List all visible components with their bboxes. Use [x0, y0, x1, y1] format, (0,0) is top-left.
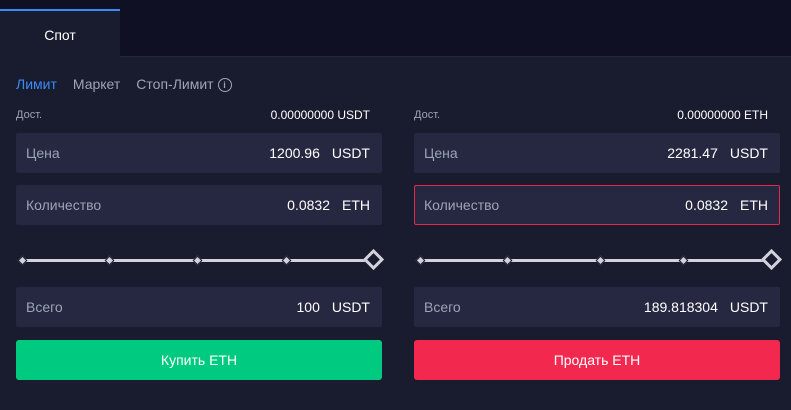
sell-price-unit: USDT [729, 145, 768, 161]
buy-price-unit: USDT [331, 145, 370, 161]
buy-quantity-unit: ETH [342, 197, 370, 213]
sell-available-value: 0.00000000 ETH [677, 108, 768, 122]
buy-quantity-value[interactable]: 0.0832 [287, 197, 330, 213]
buy-slider-tick-50[interactable] [192, 255, 203, 266]
sell-quantity-label: Количество [424, 197, 500, 213]
buy-price-value[interactable]: 1200.96 [269, 145, 320, 161]
sell-slider-tick-75[interactable] [678, 255, 689, 266]
sell-slider-handle[interactable] [760, 248, 783, 271]
sell-total-label: Всего [424, 299, 461, 315]
buy-slider-handle[interactable] [362, 248, 385, 271]
buy-amount-slider[interactable] [16, 248, 385, 271]
buy-price-field[interactable]: Цена 1200.96 USDT [16, 133, 382, 173]
buy-available-value: 0.00000000 USDT [270, 108, 370, 122]
buy-total-value[interactable]: 100 [297, 299, 320, 315]
sell-total-value[interactable]: 189.818304 [644, 299, 718, 315]
buy-total-unit: USDT [331, 299, 370, 315]
buy-price-label: Цена [26, 145, 60, 161]
sell-slider-tick-50[interactable] [595, 255, 606, 266]
sell-quantity-value[interactable]: 0.0832 [685, 197, 728, 213]
sell-quantity-field[interactable]: Количество 0.0832 ETH [414, 185, 780, 225]
buy-total-field[interactable]: Всего 100 USDT [16, 287, 382, 327]
buy-panel: Дост. 0.00000000 USDT Цена 1200.96 USDT … [16, 0, 385, 410]
sell-slider-track[interactable] [420, 259, 766, 262]
sell-price-value[interactable]: 2281.47 [667, 145, 718, 161]
buy-available: Дост. 0.00000000 USDT [16, 108, 382, 124]
buy-available-label: Дост. [16, 109, 43, 121]
sell-total-field[interactable]: Всего 189.818304 USDT [414, 287, 780, 327]
sell-panel: Дост. 0.00000000 ETH Цена 2281.47 USDT К… [414, 0, 783, 410]
sell-price-label: Цена [424, 145, 458, 161]
sell-price-field[interactable]: Цена 2281.47 USDT [414, 133, 780, 173]
sell-slider-tick-0[interactable] [415, 255, 426, 266]
buy-quantity-label: Количество [26, 197, 102, 213]
buy-slider-tick-25[interactable] [104, 255, 115, 266]
buy-slider-tick-0[interactable] [17, 255, 28, 266]
sell-available: Дост. 0.00000000 ETH [414, 108, 780, 124]
buy-quantity-field[interactable]: Количество 0.0832 ETH [16, 185, 382, 225]
sell-eth-button[interactable]: Продать ETH [414, 340, 780, 380]
buy-total-label: Всего [26, 299, 63, 315]
buy-slider-tick-75[interactable] [281, 255, 292, 266]
sell-quantity-unit: ETH [740, 197, 768, 213]
sell-available-label: Дост. [414, 109, 441, 121]
sell-amount-slider[interactable] [414, 248, 783, 271]
buy-eth-button[interactable]: Купить ETH [16, 340, 382, 380]
sell-slider-tick-25[interactable] [502, 255, 513, 266]
sell-total-unit: USDT [729, 299, 768, 315]
